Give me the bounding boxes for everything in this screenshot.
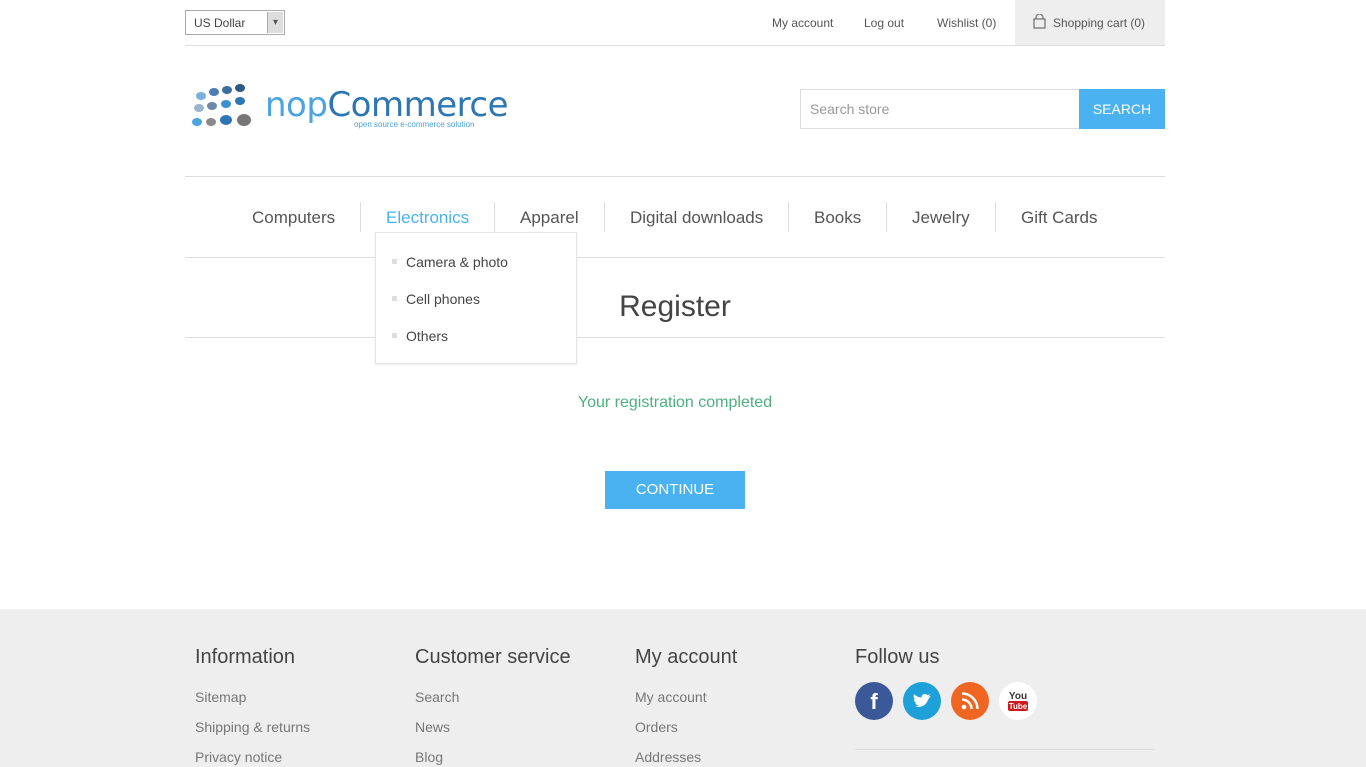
my-account-link[interactable]: My account bbox=[772, 16, 833, 30]
footer-link-search[interactable]: Search bbox=[415, 689, 459, 705]
menu-item-computers[interactable]: Computers bbox=[252, 208, 335, 228]
twitter-icon[interactable] bbox=[903, 682, 941, 720]
shopping-bag-icon bbox=[1033, 13, 1046, 34]
menu-separator bbox=[494, 202, 495, 232]
currency-select-value: US Dollar bbox=[194, 16, 246, 30]
submenu-item-others[interactable]: Others bbox=[406, 328, 448, 344]
submenu-item-cell-phones[interactable]: Cell phones bbox=[406, 291, 480, 307]
registration-result-message: Your registration completed bbox=[577, 394, 773, 411]
svg-text:f: f bbox=[870, 689, 878, 714]
page-title: Register bbox=[185, 290, 1165, 338]
search-button[interactable]: SEARCH bbox=[1079, 89, 1165, 129]
menu-separator bbox=[788, 202, 789, 232]
footer-link-sitemap[interactable]: Sitemap bbox=[195, 689, 246, 705]
menu-item-apparel[interactable]: Apparel bbox=[520, 208, 579, 228]
menu-item-books[interactable]: Books bbox=[814, 208, 861, 228]
footer-link-news[interactable]: News bbox=[415, 719, 450, 735]
youtube-icon-tube: Tube bbox=[1009, 702, 1028, 711]
menu-item-gift-cards[interactable]: Gift Cards bbox=[1021, 208, 1098, 228]
footer-link-my-account[interactable]: My account bbox=[635, 689, 707, 705]
shopping-cart-label: Shopping cart (0) bbox=[1053, 16, 1146, 30]
logo-name-commerce: Commerce bbox=[327, 85, 508, 125]
footer-divider bbox=[855, 749, 1155, 750]
footer-link-shipping-returns[interactable]: Shipping & returns bbox=[195, 719, 310, 735]
menu-separator bbox=[604, 202, 605, 232]
menu-separator bbox=[360, 202, 361, 232]
footer-information-title: Information bbox=[195, 646, 296, 668]
logo-name-nop: nop bbox=[265, 85, 328, 125]
store-logo[interactable]: nopCommerce open source e-commerce solut… bbox=[190, 82, 508, 134]
logo-dots-icon bbox=[192, 84, 251, 126]
facebook-icon[interactable]: f bbox=[855, 682, 893, 720]
footer-link-blog[interactable]: Blog bbox=[415, 749, 443, 765]
youtube-icon-you: You bbox=[1009, 691, 1027, 702]
shopping-cart-link[interactable]: Shopping cart (0) bbox=[1015, 0, 1165, 45]
bullet-icon bbox=[392, 259, 397, 264]
footer-my-account-title: My account bbox=[635, 646, 738, 668]
footer-follow-us-title: Follow us bbox=[855, 646, 940, 668]
submenu-item-camera-photo[interactable]: Camera & photo bbox=[406, 254, 508, 270]
footer: Information Sitemap Shipping & returns P… bbox=[0, 609, 1366, 767]
menu-separator bbox=[995, 202, 996, 232]
footer-customer-service-title: Customer service bbox=[415, 646, 571, 668]
menu-item-jewelry[interactable]: Jewelry bbox=[912, 208, 970, 228]
log-out-link[interactable]: Log out bbox=[864, 16, 904, 30]
menu-separator bbox=[886, 202, 887, 232]
wishlist-link[interactable]: Wishlist (0) bbox=[937, 16, 996, 30]
footer-link-orders[interactable]: Orders bbox=[635, 719, 678, 735]
chevron-down-icon: ▾ bbox=[267, 12, 283, 33]
electronics-submenu: Camera & photo Cell phones Others bbox=[375, 232, 577, 364]
menu-item-electronics[interactable]: Electronics bbox=[386, 208, 469, 228]
youtube-icon[interactable]: You Tube bbox=[999, 682, 1037, 720]
search-input[interactable]: Search store bbox=[800, 89, 1080, 129]
currency-select[interactable]: US Dollar ▾ bbox=[185, 10, 285, 35]
bullet-icon bbox=[392, 296, 397, 301]
menu-item-digital-downloads[interactable]: Digital downloads bbox=[630, 208, 763, 228]
rss-icon[interactable] bbox=[951, 682, 989, 720]
logo-tagline: open source e-commerce solution bbox=[354, 120, 475, 129]
bullet-icon bbox=[392, 333, 397, 338]
continue-button[interactable]: CONTINUE bbox=[605, 471, 745, 509]
footer-link-addresses[interactable]: Addresses bbox=[635, 749, 701, 765]
top-menu: Computers Electronics Apparel Digital do… bbox=[185, 176, 1165, 258]
footer-link-privacy-notice[interactable]: Privacy notice bbox=[195, 749, 282, 765]
header-links-bar: US Dollar ▾ My account Log out Wishlist … bbox=[185, 0, 1165, 46]
logo-wordmark: nopCommerce bbox=[265, 85, 508, 125]
